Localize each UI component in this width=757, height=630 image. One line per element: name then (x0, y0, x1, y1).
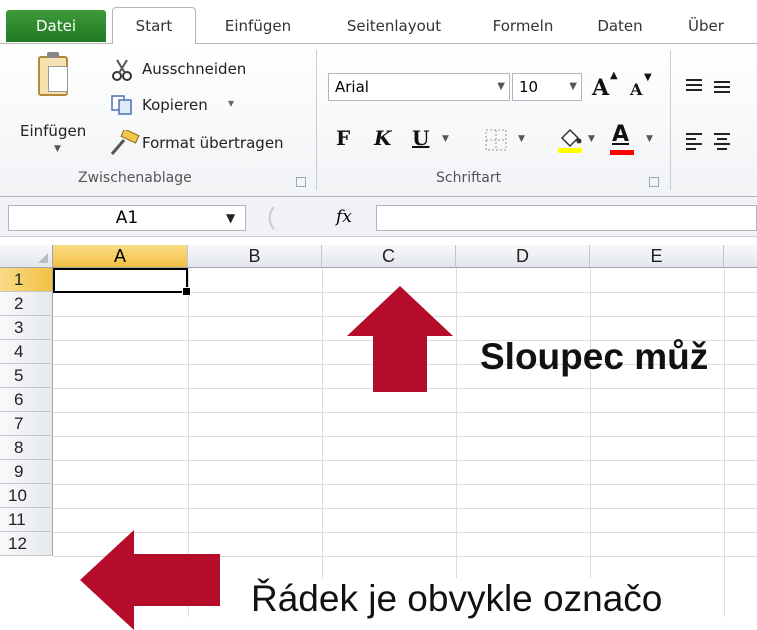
font-launcher-icon[interactable] (649, 177, 659, 187)
clipboard-launcher-icon[interactable] (296, 177, 306, 187)
tab-formeln[interactable]: Formeln (480, 8, 566, 44)
fill-color-icon[interactable] (556, 124, 584, 154)
row-header-9[interactable]: 9 (0, 460, 53, 484)
gridline (724, 268, 725, 617)
row-header-8[interactable]: 8 (0, 436, 53, 460)
insert-function-button[interactable]: fx (336, 207, 352, 227)
italic-button[interactable]: K (374, 126, 391, 150)
row-annotation-text: Řádek je obvykle označo (247, 578, 667, 620)
column-annotation-text: Sloupec můž (480, 336, 709, 377)
tab-einfuegen[interactable]: Einfügen (206, 8, 310, 44)
font-size-value: 10 (519, 78, 539, 96)
copy-icon[interactable] (110, 94, 134, 116)
name-box-dropdown-icon[interactable]: ▼ (226, 205, 235, 231)
ribbon-tabbar: Datei Start Einfügen Seitenlayout Formel… (0, 0, 757, 44)
shrink-font-button[interactable]: A (630, 80, 642, 99)
arrow-left-icon (80, 530, 220, 630)
column-header-d[interactable]: D (456, 245, 590, 268)
grow-arrow-icon: ▲ (610, 70, 618, 81)
align-top-icons[interactable] (684, 76, 754, 96)
copy-dropdown-icon[interactable]: ▾ (228, 96, 234, 110)
font-size-combo[interactable]: 10 ▼ (512, 73, 582, 101)
chevron-down-icon[interactable]: ▼ (497, 74, 505, 100)
clipboard-group-label: Zwischenablage (78, 170, 192, 186)
row-header-1[interactable]: 1 (0, 268, 53, 292)
row-header-6[interactable]: 6 (0, 388, 53, 412)
paste-dropdown-icon[interactable]: ▼ (54, 144, 61, 154)
column-header-f[interactable] (724, 245, 757, 268)
cut-button[interactable]: Ausschneiden (142, 60, 246, 78)
font-group-label: Schriftart (436, 170, 502, 186)
column-header-e[interactable]: E (590, 245, 724, 268)
active-cell-a1[interactable] (53, 268, 191, 296)
gridline (53, 412, 757, 413)
arrow-up-icon (347, 286, 453, 392)
copy-button[interactable]: Kopieren (142, 96, 208, 114)
gridline (53, 484, 757, 485)
gridline (456, 268, 457, 617)
row-header-12[interactable]: 12 (0, 532, 53, 556)
align-left-icons[interactable] (684, 130, 754, 152)
gridline (590, 268, 591, 617)
format-painter-button[interactable]: Format übertragen (142, 134, 284, 152)
row-header-11[interactable]: 11 (0, 508, 53, 532)
gridline (53, 460, 757, 461)
formula-bar-handle-icon[interactable] (250, 205, 280, 231)
tab-daten[interactable]: Daten (582, 8, 658, 44)
row-header-7[interactable]: 7 (0, 412, 53, 436)
bold-button[interactable]: F (336, 126, 350, 150)
underline-dropdown-icon[interactable]: ▼ (442, 134, 449, 144)
font-color-dropdown-icon[interactable]: ▼ (646, 134, 653, 144)
underline-button[interactable]: U (412, 126, 429, 150)
formula-input[interactable] (376, 205, 757, 231)
group-separator (316, 50, 317, 190)
paste-icon[interactable] (38, 52, 68, 96)
shrink-arrow-icon: ▼ (644, 72, 652, 83)
gridline (322, 268, 323, 617)
format-painter-icon[interactable] (108, 130, 140, 158)
ribbon: Einfügen ▼ Ausschneiden Kopieren ▾ Forma… (0, 43, 757, 197)
font-name-combo[interactable]: Arial ▼ (328, 73, 510, 101)
row-header-4[interactable]: 4 (0, 340, 53, 364)
font-color-button[interactable]: A (612, 122, 629, 147)
font-color-swatch (610, 150, 634, 155)
gridline (53, 508, 757, 509)
row-header-3[interactable]: 3 (0, 316, 53, 340)
fill-color-dropdown-icon[interactable]: ▼ (588, 134, 595, 144)
row-header-5[interactable]: 5 (0, 364, 53, 388)
column-header-a[interactable]: A (53, 245, 188, 268)
formula-bar: A1 ▼ fx (0, 197, 757, 237)
font-name-value: Arial (335, 78, 369, 96)
scissors-icon[interactable] (110, 58, 134, 82)
tab-start[interactable]: Start (112, 7, 196, 44)
column-header-c[interactable]: C (322, 245, 456, 268)
gridline (53, 436, 757, 437)
tab-ueberpruefen[interactable]: Über (688, 8, 748, 44)
borders-icon[interactable] (484, 128, 508, 152)
chevron-down-icon[interactable]: ▼ (569, 74, 577, 100)
name-box[interactable]: A1 (8, 205, 246, 231)
group-separator (670, 50, 671, 190)
tab-datei[interactable]: Datei (6, 10, 106, 42)
row-header-10[interactable]: 10 (0, 484, 53, 508)
tab-seitenlayout[interactable]: Seitenlayout (331, 8, 457, 44)
borders-dropdown-icon[interactable]: ▼ (518, 134, 525, 144)
row-header-2[interactable]: 2 (0, 292, 53, 316)
select-all-corner[interactable] (0, 245, 53, 268)
column-header-b[interactable]: B (188, 245, 322, 268)
grow-font-button[interactable]: A (592, 75, 609, 101)
paste-button[interactable]: Einfügen (20, 122, 86, 140)
